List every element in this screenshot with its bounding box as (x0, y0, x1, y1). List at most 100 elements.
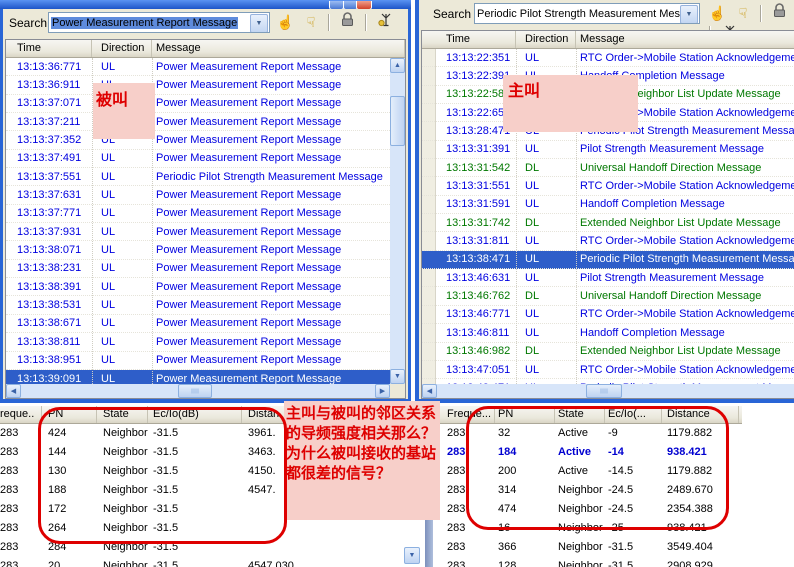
cell: 13:13:38:231 (17, 262, 82, 275)
column-header[interactable]: Direction (516, 31, 576, 48)
cell: Power Measurement Report Message (156, 335, 342, 348)
message-row[interactable]: 13:13:22:351 UL RTC Order->Mobile Station … (422, 49, 794, 68)
cell: 13:13:39:091 (17, 372, 82, 384)
cell: UL (525, 363, 540, 376)
horizontal-scrollbar[interactable]: ◀ (422, 384, 794, 398)
point-down-hand-icon[interactable]: ☟ (732, 3, 753, 24)
lock-icon[interactable] (769, 3, 790, 24)
message-row[interactable]: 13:13:46:771 UL RTC Order->Mobile Station … (422, 306, 794, 325)
chevron-down-icon[interactable]: ▼ (250, 14, 268, 32)
column-header[interactable]: Message (576, 31, 794, 48)
message-row[interactable]: 13:13:31:391 UL Pilot Strength Measurement… (422, 141, 794, 160)
message-row[interactable]: 13:13:38:231 UL Power Measurement Report M… (6, 260, 390, 279)
cell: 13:13:22:351 (446, 51, 511, 64)
scroll-down-button[interactable]: ▼ (404, 547, 420, 564)
message-row[interactable]: 13:13:31:811 UL RTC Order->Mobile Station … (422, 232, 794, 251)
cell: 283 (0, 502, 19, 515)
cell: DL (525, 345, 540, 358)
column-header[interactable]: Time (6, 40, 92, 57)
message-row[interactable]: 13:13:31:742 DL Extended Neighbor List Upd… (422, 214, 794, 233)
cell: UL (525, 326, 540, 339)
message-row[interactable]: 13:13:36:911ULPower Measurement Report M… (6, 76, 390, 95)
cell: Power Measurement Report Message (156, 317, 342, 330)
cell: 283 (0, 426, 19, 439)
message-row[interactable]: 13:13:31:591 UL Handoff Completion Message (422, 196, 794, 215)
message-row[interactable]: 13:13:38:811 UL Power Measurement Report M… (6, 333, 390, 352)
table-row[interactable]: 283 366 Neighbor -31.5 3549.404 (440, 538, 742, 557)
column-header[interactable]: Time (422, 31, 516, 48)
cell: 128 (498, 560, 517, 567)
message-row[interactable]: 13:13:46:631 UL Pilot Strength Measurement… (422, 269, 794, 288)
cell: Handoff Completion Message (580, 198, 725, 211)
cell: UL (101, 60, 116, 73)
left-search-combobox[interactable]: Power Measurement Report Message ▼ (48, 12, 270, 33)
combobox-value: Power Measurement Report Message (51, 17, 239, 29)
cell: 13:13:36:911 (17, 79, 81, 92)
message-row[interactable]: 13:13:36:771 UL Power Measurement Report M… (6, 58, 390, 77)
message-row[interactable]: 13:13:31:542 DL Universal Handoff Directio… (422, 159, 794, 178)
cell: RTC Order->Mobile Station Acknowledgeme (580, 51, 794, 64)
message-row[interactable]: 13:13:37:211ULPower Measurement Report M… (6, 113, 390, 132)
column-header[interactable]: Direction (92, 40, 152, 57)
toolbar-separator (327, 14, 330, 31)
message-row[interactable]: 13:13:31:551 UL RTC Order->Mobile Station … (422, 177, 794, 196)
message-row[interactable]: 13:13:37:771 UL Power Measurement Report M… (6, 205, 390, 224)
scroll-left-button[interactable]: ◀ (422, 384, 437, 398)
scroll-right-button[interactable]: ▶ (375, 384, 390, 398)
cell: 13:13:22:391 (446, 70, 511, 83)
message-row[interactable]: 13:13:38:391 UL Power Measurement Report M… (6, 278, 390, 297)
cell: Power Measurement Report Message (156, 189, 342, 202)
cell: 13:13:37:352 (17, 134, 82, 147)
toolbar-separator (364, 14, 367, 31)
message-row[interactable]: 13:13:37:931 UL Power Measurement Report M… (6, 223, 390, 242)
antenna-icon[interactable] (374, 12, 395, 33)
cell: 13:13:38:071 (17, 244, 82, 257)
cell: UL (101, 170, 116, 183)
message-row[interactable]: 13:13:38:951 UL Power Measurement Report M… (6, 352, 390, 370)
scrollbar-thumb[interactable] (390, 96, 405, 146)
window-edge-fragment (425, 519, 433, 567)
message-row[interactable]: 13:13:39:091 UL Power Measurement Report M… (6, 369, 390, 384)
message-row[interactable]: 13:13:38:471 UL Periodic Pilot Strength Me… (422, 250, 794, 270)
scroll-up-button[interactable]: ▲ (390, 58, 405, 73)
right-search-combobox[interactable]: Periodic Pilot Strength Measurement Mess… (474, 3, 700, 24)
cell: 283 (0, 464, 19, 477)
column-header[interactable]: reque.. (0, 406, 42, 423)
horizontal-scrollbar[interactable]: ◀ ▶ (6, 384, 390, 398)
scrollbar-thumb[interactable] (586, 384, 622, 398)
vertical-scrollbar[interactable]: ▲ ▼ (390, 58, 405, 384)
message-row[interactable]: 13:13:46:762 DL Universal Handoff Directio… (422, 287, 794, 306)
point-down-hand-icon[interactable]: ☟ (300, 12, 321, 33)
scroll-left-button[interactable]: ◀ (6, 384, 21, 398)
column-header[interactable]: Message (152, 40, 405, 57)
point-up-hand-icon[interactable]: ☝ (275, 12, 296, 33)
table-row[interactable]: 283 128 Neighbor -31.5 2908.929 (440, 557, 742, 567)
message-row[interactable]: 13:13:47:051 UL RTC Order->Mobile Station … (422, 361, 794, 380)
message-row[interactable]: 13:13:37:491 UL Power Measurement Report M… (6, 150, 390, 169)
scroll-down-button[interactable]: ▼ (390, 369, 405, 384)
message-row[interactable]: 13:13:46:811 UL Handoff Completion Message (422, 324, 794, 343)
scrollbar-thumb[interactable] (178, 384, 212, 398)
cell: UL (101, 372, 116, 384)
table-row[interactable]: 283 20 Neighbor -31.5 4547.030 (0, 557, 362, 567)
message-row[interactable]: 13:13:37:352 UL Power Measurement Report M… (6, 131, 390, 150)
cell: 283 (447, 541, 466, 554)
lock-icon[interactable] (337, 12, 358, 33)
cell: DL (525, 216, 540, 229)
message-row[interactable]: 13:13:37:631 UL Power Measurement Report M… (6, 186, 390, 205)
left-window-titlebar[interactable] (0, 0, 411, 10)
point-up-hand-icon[interactable]: ☝ (707, 3, 728, 24)
vertical-scrollbar[interactable]: ▼ (404, 547, 420, 564)
message-row[interactable]: 13:13:46:982 DL Extended Neighbor List Upd… (422, 343, 794, 361)
message-row[interactable]: 13:13:38:671 UL Power Measurement Report M… (6, 315, 390, 334)
message-row[interactable]: 13:13:38:531 UL Power Measurement Report M… (6, 296, 390, 315)
message-row[interactable]: 13:13:38:071 UL Power Measurement Report M… (6, 241, 390, 260)
message-row[interactable]: 13:13:37:551 UL Periodic Pilot Strength Me… (6, 168, 390, 187)
right-search-row: Search Periodic Pilot Strength Measureme… (419, 0, 794, 43)
cell: UL (525, 308, 540, 321)
cell: Neighbor (103, 560, 148, 567)
chevron-down-icon[interactable]: ▼ (680, 5, 698, 23)
message-row[interactable]: 13:13:37:071ULPower Measurement Report M… (6, 95, 390, 114)
cell: 13:13:37:631 (17, 189, 82, 202)
cell: UL (101, 189, 116, 202)
